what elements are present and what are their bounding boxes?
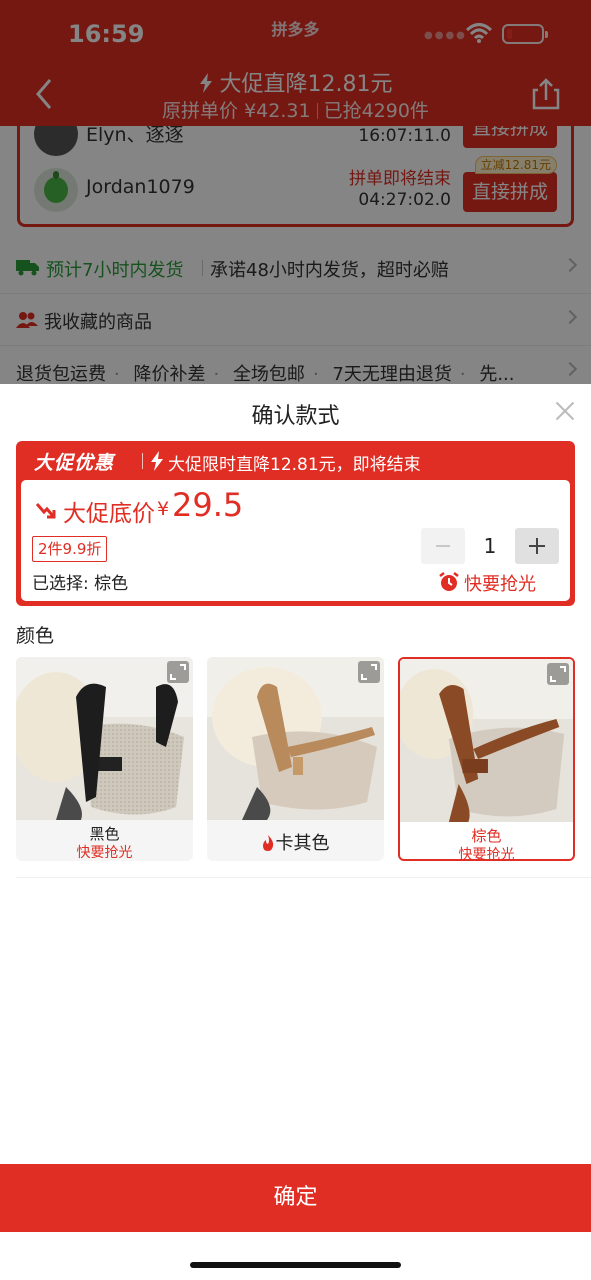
confirm-button[interactable]: 确定 [0, 1164, 591, 1232]
price-currency: ¥ [157, 498, 170, 520]
color-option-khaki[interactable]: 卡其色 [207, 657, 384, 861]
stock-warning: 快要抢光 [464, 574, 536, 595]
expand-icon[interactable] [167, 661, 189, 683]
background-page: Elyn、逐逐 16:07:11.0 直接拼成 Jordan1079 拼单即将结… [0, 0, 591, 384]
close-icon[interactable] [554, 400, 576, 422]
home-indicator [190, 1262, 401, 1268]
color-section-title: 颜色 [16, 625, 55, 647]
color-stock-note: 快要抢光 [76, 845, 133, 861]
color-name: 黑色 [89, 825, 120, 843]
color-option-black[interactable]: 黑色 快要抢光 [16, 657, 193, 861]
color-stock-note: 快要抢光 [458, 847, 515, 861]
dim-overlay[interactable] [0, 0, 591, 384]
price-label: 大促底价 [63, 501, 155, 527]
quantity-minus-button[interactable] [421, 528, 465, 564]
alarm-clock-icon [439, 572, 459, 591]
lightning-icon [151, 451, 163, 471]
color-option-brown[interactable]: 棕色 快要抢光 [398, 657, 575, 861]
sheet-title: 确认款式 [251, 404, 340, 429]
promo-header: 大促优惠 大促限时直降12.81元，即将结束 [16, 441, 575, 479]
expand-icon[interactable] [547, 663, 569, 685]
price-value: 29.5 [172, 486, 244, 524]
price-down-icon [35, 503, 56, 519]
quantity-value: 1 [483, 534, 497, 558]
selected-variant: 已选择: 棕色 [32, 574, 129, 594]
fire-icon [262, 835, 273, 851]
style-picker-sheet: 确认款式 大促优惠 大促限时直降12.81元，即将结束 大促底价 ¥ 29.5 … [0, 384, 591, 1280]
promo-card: 大促优惠 大促限时直降12.81元，即将结束 大促底价 ¥ 29.5 2件9.9… [16, 441, 575, 606]
color-name: 卡其色 [275, 833, 330, 854]
divider [16, 877, 591, 878]
divider [142, 453, 143, 469]
discount-badge: 2件9.9折 [32, 536, 108, 562]
expand-icon[interactable] [358, 661, 380, 683]
quantity-plus-button[interactable] [515, 528, 559, 564]
color-name-row: 卡其色 [207, 829, 384, 855]
promo-message: 大促限时直降12.81元，即将结束 [168, 455, 421, 475]
promo-body: 大促底价 ¥ 29.5 2件9.9折 已选择: 棕色 1 快要抢光 [21, 480, 570, 601]
promo-brand: 大促优惠 [34, 452, 115, 474]
color-name: 棕色 [471, 827, 502, 845]
